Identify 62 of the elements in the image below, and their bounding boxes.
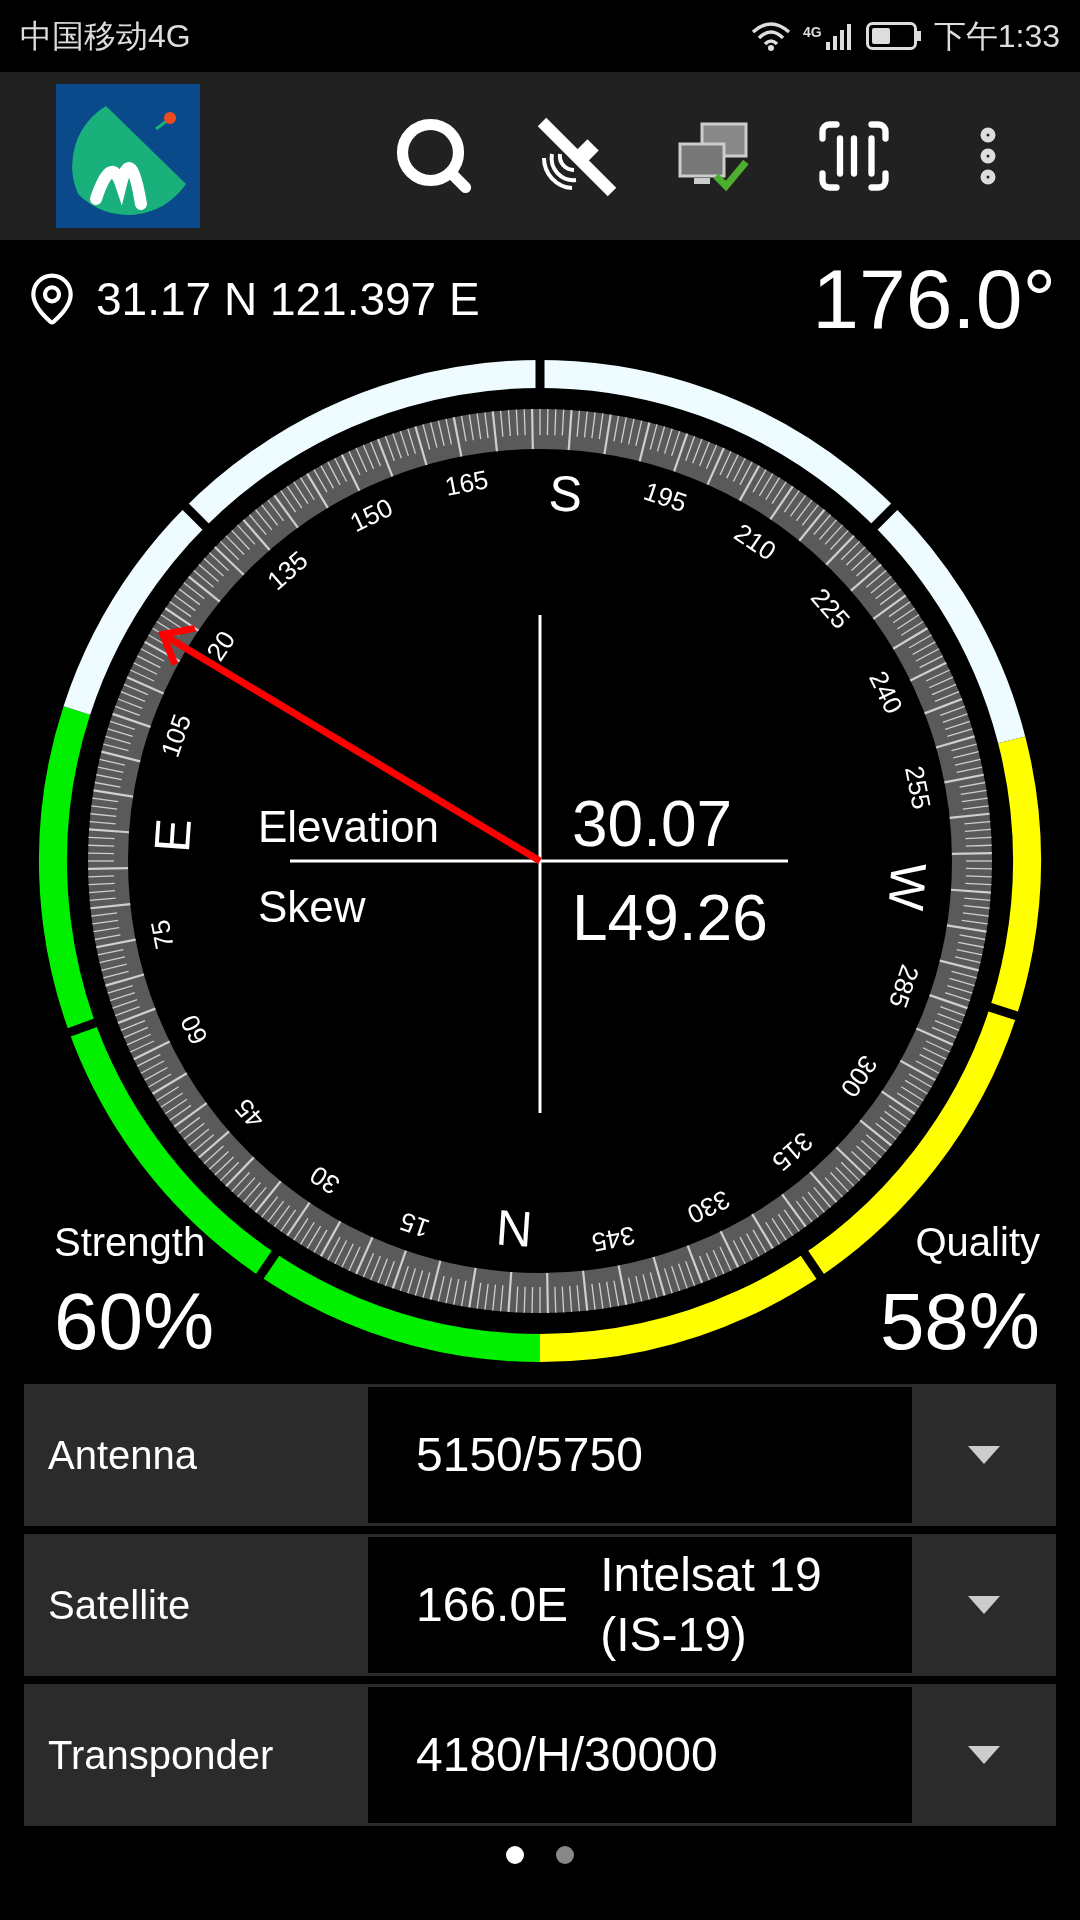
compass-label: 225: [805, 582, 857, 635]
compass-label: 300: [834, 1049, 884, 1103]
quality-label: Quality: [915, 1219, 1040, 1266]
clock-text: 下午1:33: [933, 17, 1060, 56]
compass-label: 240: [863, 666, 910, 719]
row-label: Satellite: [47, 1582, 192, 1629]
value-field[interactable]: 5150/5750: [368, 1387, 912, 1523]
compass-label: 210: [728, 517, 782, 567]
battery-icon: [865, 22, 922, 50]
compass-label: 15: [396, 1206, 434, 1244]
dropdown-arrow-icon[interactable]: [968, 1446, 1000, 1464]
dropdown-arrow-icon[interactable]: [968, 1596, 1000, 1614]
strength-value: 60%: [54, 1276, 215, 1368]
ring-separator: [64, 1017, 100, 1038]
ring-separator: [985, 1001, 1021, 1022]
strength-label: Strength: [54, 1219, 207, 1266]
elevation-label: Elevation: [258, 802, 439, 851]
compass-label: 285: [882, 960, 926, 1012]
value-field[interactable]: 4180/H/30000: [368, 1687, 912, 1823]
row-label: Antenna: [47, 1432, 199, 1479]
compass-label: 20: [200, 625, 242, 667]
skew-value: L49.26: [572, 882, 768, 954]
heading-text: 176.0°: [812, 257, 1056, 341]
ring-separator: [869, 501, 900, 532]
compass-label: 60: [174, 1010, 214, 1050]
compass-label: 135: [261, 544, 314, 596]
compass-label: S: [547, 464, 585, 523]
compass-label: 195: [639, 475, 691, 519]
quality-value: 58%: [879, 1276, 1040, 1368]
network-type: 4G: [803, 23, 822, 42]
compass-label: 315: [766, 1126, 819, 1178]
ring-separator: [180, 501, 211, 532]
compass-label: N: [494, 1198, 535, 1258]
value-text: 166.0E: [416, 1577, 569, 1633]
signal-icon: [825, 22, 854, 50]
value-text: 4180/H/30000: [416, 1727, 718, 1783]
compass-label: 75: [144, 917, 180, 952]
compass-label: 345: [589, 1220, 638, 1258]
dropdown-arrow-icon[interactable]: [968, 1746, 1000, 1764]
row-label: Transponder: [47, 1732, 275, 1779]
compass-label: 105: [154, 710, 198, 762]
settings-row[interactable]: Antenna 5150/5750: [24, 1384, 1056, 1526]
compass-label: 30: [304, 1159, 346, 1201]
compass-label: 330: [682, 1184, 735, 1231]
wifi-icon: [751, 20, 792, 52]
app-logo-icon: [56, 84, 200, 228]
ring-separator: [799, 1248, 826, 1282]
settings-row[interactable]: Transponder 4180/H/30000: [24, 1684, 1056, 1826]
compass-label: 255: [899, 763, 937, 812]
elevation-value: 30.07: [572, 788, 733, 860]
compass-label: 150: [345, 491, 398, 538]
skew-label: Skew: [258, 882, 366, 931]
ring-separator: [535, 357, 545, 391]
carrier-text: 中国移动4G: [20, 17, 191, 56]
compass-label: W: [877, 861, 937, 913]
coordinates-text: 31.17 N 121.397 E: [96, 271, 480, 327]
compass-label: 45: [228, 1092, 271, 1135]
value-text: 5150/5750: [416, 1427, 643, 1483]
compass-label: E: [143, 816, 202, 854]
compass-label: 165: [442, 464, 491, 502]
value-text: Intelsat 19 (IS-19): [600, 1547, 823, 1663]
ring-separator: [254, 1248, 281, 1282]
